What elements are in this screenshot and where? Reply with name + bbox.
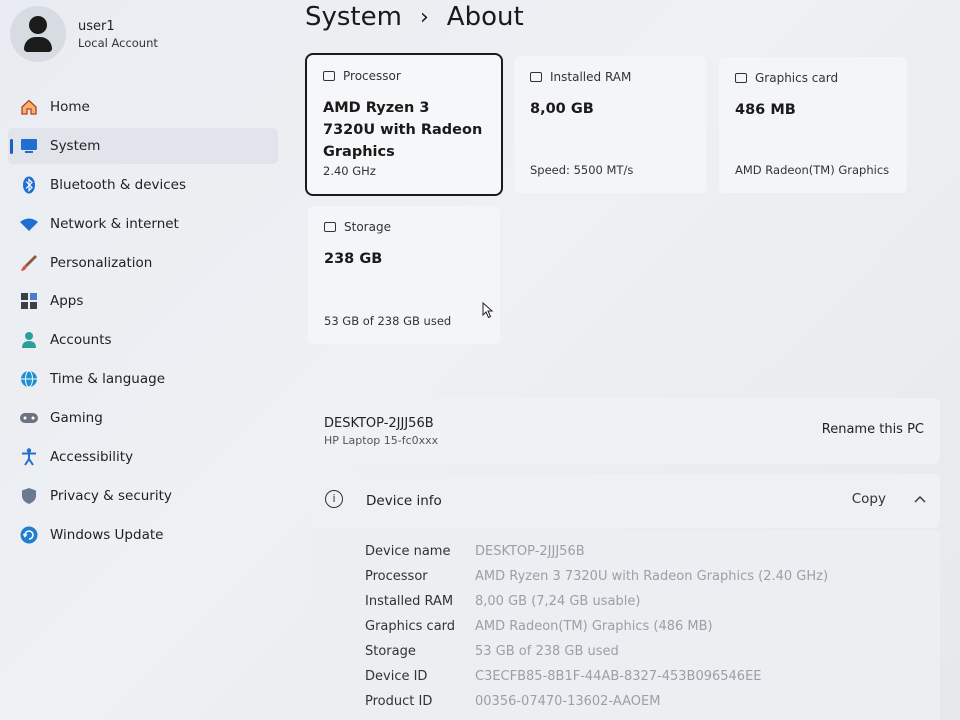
sidebar-item-label: Accessibility bbox=[50, 449, 134, 466]
mouse-cursor-icon bbox=[482, 302, 494, 319]
sidebar: user1 Local Account Home System Bluetoot… bbox=[0, 0, 290, 720]
account-type: Local Account bbox=[78, 35, 158, 50]
card-subtext: 53 GB of 238 GB used bbox=[324, 314, 452, 328]
sidebar-item-label: Home bbox=[50, 99, 90, 115]
sidebar-item-label: Bluetooth & devices bbox=[50, 176, 187, 193]
card-title: Installed RAM bbox=[550, 70, 632, 84]
card-value: 8,00 GB bbox=[530, 101, 594, 117]
sidebar-item-windows-update[interactable]: Windows Update bbox=[8, 517, 278, 553]
home-icon bbox=[19, 97, 39, 117]
breadcrumb-parent[interactable]: System bbox=[305, 2, 402, 32]
sidebar-item-label: Time & language bbox=[50, 371, 166, 388]
sidebar-item-label: Privacy & security bbox=[50, 487, 172, 504]
spec-row: Storage 53 GB of 238 GB used bbox=[365, 644, 619, 659]
rename-pc-button[interactable]: Rename this PC bbox=[822, 422, 924, 437]
ram-icon bbox=[530, 72, 542, 82]
card-title: Processor bbox=[343, 69, 401, 83]
graphics-card[interactable]: Graphics card 486 MB AMD Radeon(TM) Grap… bbox=[719, 57, 907, 193]
person-icon bbox=[19, 330, 39, 350]
spec-row: Device name DESKTOP-2JJJ56B bbox=[365, 544, 585, 559]
device-specs: Device name DESKTOP-2JJJ56B Processor AMD … bbox=[308, 530, 940, 720]
chevron-up-icon[interactable] bbox=[914, 492, 926, 506]
spec-row: Graphics card AMD Radeon(TM) Graphics (48… bbox=[365, 619, 713, 634]
device-info-title: Device info bbox=[366, 493, 442, 509]
card-subtext: 2.40 GHz bbox=[323, 164, 376, 178]
sidebar-item-label: Windows Update bbox=[50, 526, 164, 543]
card-title: Storage bbox=[344, 220, 391, 234]
device-info-header[interactable]: i Device info Copy bbox=[308, 474, 940, 528]
sidebar-item-system[interactable]: System bbox=[8, 127, 278, 164]
card-value: 238 GB bbox=[324, 251, 383, 267]
sidebar-item-label: System bbox=[50, 137, 101, 154]
graphics-card-icon bbox=[735, 73, 747, 83]
sidebar-item-label: Gaming bbox=[50, 410, 103, 427]
accessibility-icon bbox=[19, 447, 39, 467]
sidebar-item-gaming[interactable]: Gaming bbox=[8, 400, 278, 436]
shield-icon bbox=[19, 486, 39, 506]
sidebar-item-label: Network & internet bbox=[50, 215, 179, 232]
bluetooth-icon bbox=[19, 175, 39, 195]
breadcrumb-current: About bbox=[446, 2, 524, 32]
sidebar-item-label: Personalization bbox=[50, 254, 153, 271]
page-title: System › About bbox=[305, 2, 524, 32]
sidebar-item-home[interactable]: Home bbox=[8, 89, 278, 125]
spec-row: Installed RAM 8,00 GB (7,24 GB usable) bbox=[365, 594, 641, 609]
avatar bbox=[10, 6, 66, 62]
breadcrumb-separator: › bbox=[419, 4, 429, 30]
apps-icon bbox=[19, 291, 39, 311]
card-subtext: Speed: 5500 MT/s bbox=[530, 163, 634, 177]
pc-model: HP Laptop 15-fc0xxx bbox=[324, 434, 439, 447]
processor-icon bbox=[323, 71, 335, 81]
spec-row: Product ID 00356-07470-13602-AAOEM bbox=[365, 694, 661, 709]
ram-card[interactable]: Installed RAM 8,00 GB Speed: 5500 MT/s bbox=[514, 56, 706, 193]
system-icon bbox=[19, 136, 39, 156]
gamepad-icon bbox=[19, 408, 39, 428]
spec-row: Processor AMD Ryzen 3 7320U with Radeon G… bbox=[365, 569, 829, 584]
info-icon: i bbox=[325, 490, 343, 508]
sidebar-item-accounts[interactable]: Accounts bbox=[8, 322, 278, 358]
wifi-icon bbox=[19, 214, 39, 234]
globe-icon bbox=[19, 369, 39, 389]
spec-row: Device ID C3ECFB85-8B1F-44AB-8327-453B096… bbox=[365, 669, 762, 684]
sidebar-item-accessibility[interactable]: Accessibility bbox=[8, 439, 278, 475]
brush-icon bbox=[19, 253, 39, 273]
update-icon bbox=[19, 525, 39, 545]
pc-name-row: DESKTOP-2JJJ56B HP Laptop 15-fc0xxx Rena… bbox=[308, 398, 940, 464]
pc-name: DESKTOP-2JJJ56B bbox=[324, 416, 434, 431]
user-profile[interactable]: user1 Local Account bbox=[10, 6, 158, 62]
sidebar-item-network[interactable]: Network & internet bbox=[8, 206, 278, 242]
processor-card[interactable]: Processor AMD Ryzen 3 7320U with Radeon … bbox=[305, 53, 503, 196]
sidebar-item-apps[interactable]: Apps bbox=[8, 283, 278, 319]
copy-button[interactable]: Copy bbox=[852, 491, 886, 507]
user-name: user1 bbox=[78, 18, 115, 34]
storage-card[interactable]: Storage 238 GB 53 GB of 238 GB used bbox=[308, 206, 500, 344]
card-value: AMD Ryzen 3 7320U with Radeon Graphics bbox=[323, 100, 483, 160]
card-title: Graphics card bbox=[755, 71, 839, 85]
sidebar-item-bluetooth[interactable]: Bluetooth & devices bbox=[8, 167, 278, 203]
sidebar-item-label: Accounts bbox=[50, 332, 112, 349]
card-subtext: AMD Radeon(TM) Graphics bbox=[735, 163, 890, 177]
nav-list: Home System Bluetooth & devices Network … bbox=[8, 89, 278, 556]
sidebar-item-time-language[interactable]: Time & language bbox=[8, 361, 278, 397]
sidebar-item-privacy[interactable]: Privacy & security bbox=[8, 478, 278, 514]
storage-icon bbox=[324, 222, 336, 232]
sidebar-item-personalization[interactable]: Personalization bbox=[8, 245, 278, 281]
card-value: 486 MB bbox=[735, 102, 796, 118]
sidebar-item-label: Apps bbox=[50, 293, 84, 310]
